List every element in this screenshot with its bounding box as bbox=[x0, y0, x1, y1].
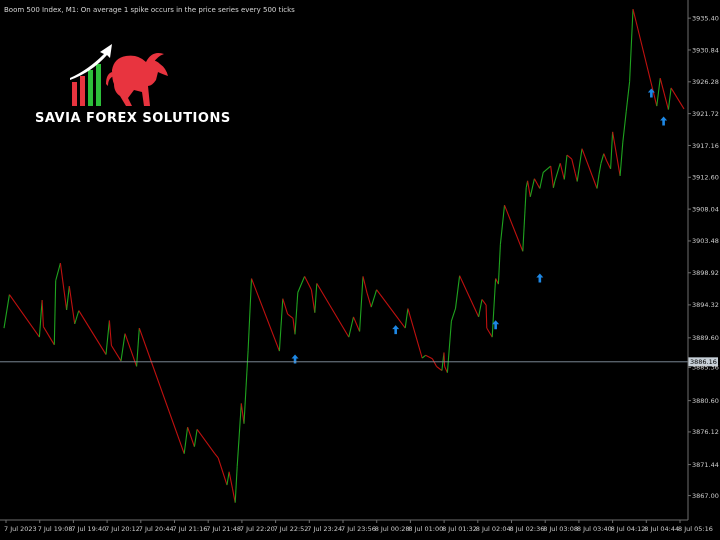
y-tick-label: 3885.36 bbox=[692, 364, 719, 372]
y-tick-label: 3935.40 bbox=[692, 14, 719, 22]
x-tick-label: 7 Jul 19:08 bbox=[38, 525, 73, 533]
y-tick-label: 3867.00 bbox=[692, 492, 719, 500]
x-tick-label: 8 Jul 04:44 bbox=[644, 525, 679, 533]
y-tick-label: 3930.84 bbox=[692, 46, 719, 54]
x-tick-label: 8 Jul 02:04 bbox=[476, 525, 511, 533]
y-tick-label: 3876.12 bbox=[692, 428, 719, 436]
logo-bar-3 bbox=[88, 70, 93, 106]
logo-bar-1 bbox=[72, 82, 77, 106]
y-tick-label: 3917.16 bbox=[692, 142, 719, 150]
y-tick-label: 3880.60 bbox=[692, 397, 719, 405]
logo-bar-4 bbox=[96, 64, 101, 106]
x-tick-label: 8 Jul 01:32 bbox=[442, 525, 477, 533]
x-tick-label: 7 Jul 21:16 bbox=[173, 525, 208, 533]
x-tick-label: 7 Jul 23:56 bbox=[341, 525, 376, 533]
y-tick-label: 3871.44 bbox=[692, 461, 719, 469]
y-tick-label: 3912.60 bbox=[692, 174, 719, 182]
y-tick-label: 3898.92 bbox=[692, 269, 719, 277]
down-segment bbox=[443, 352, 446, 367]
y-tick-label: 3889.60 bbox=[692, 334, 719, 342]
x-tick-label: 7 Jul 22:52 bbox=[274, 525, 309, 533]
price-chart[interactable]: Boom 500 Index, M1: On average 1 spike o… bbox=[0, 0, 720, 540]
x-tick-label: 7 Jul 20:12 bbox=[105, 525, 140, 533]
brand-text: SAVIA FOREX SOLUTIONS bbox=[35, 111, 231, 126]
x-tick-label: 8 Jul 05:16 bbox=[678, 525, 713, 533]
logo-bar-2 bbox=[80, 76, 85, 106]
down-segment bbox=[485, 304, 488, 329]
chart-header-text: Boom 500 Index, M1: On average 1 spike o… bbox=[4, 6, 295, 14]
x-tick-label: 8 Jul 04:12 bbox=[611, 525, 646, 533]
y-tick-label: 3894.32 bbox=[692, 301, 719, 309]
x-tick-label: 8 Jul 01:00 bbox=[408, 525, 443, 533]
y-tick-label: 3903.48 bbox=[692, 237, 719, 245]
x-tick-label: 8 Jul 03:40 bbox=[577, 525, 612, 533]
x-tick-label: 7 Jul 21:48 bbox=[206, 525, 241, 533]
y-tick-label: 3926.28 bbox=[692, 78, 719, 86]
y-tick-label: 3908.04 bbox=[692, 205, 719, 213]
x-tick-label: 8 Jul 00:28 bbox=[375, 525, 410, 533]
x-tick-label: 7 Jul 20:44 bbox=[139, 525, 174, 533]
x-tick-label: 8 Jul 02:36 bbox=[510, 525, 545, 533]
x-tick-label: 7 Jul 22:20 bbox=[240, 525, 275, 533]
x-tick-label: 7 Jul 19:40 bbox=[71, 525, 106, 533]
x-tick-label: 8 Jul 03:08 bbox=[543, 525, 578, 533]
y-tick-label: 3921.72 bbox=[692, 110, 719, 118]
x-tick-label: 7 Jul 23:24 bbox=[307, 525, 342, 533]
x-tick-label: 7 Jul 2023 bbox=[4, 525, 37, 533]
